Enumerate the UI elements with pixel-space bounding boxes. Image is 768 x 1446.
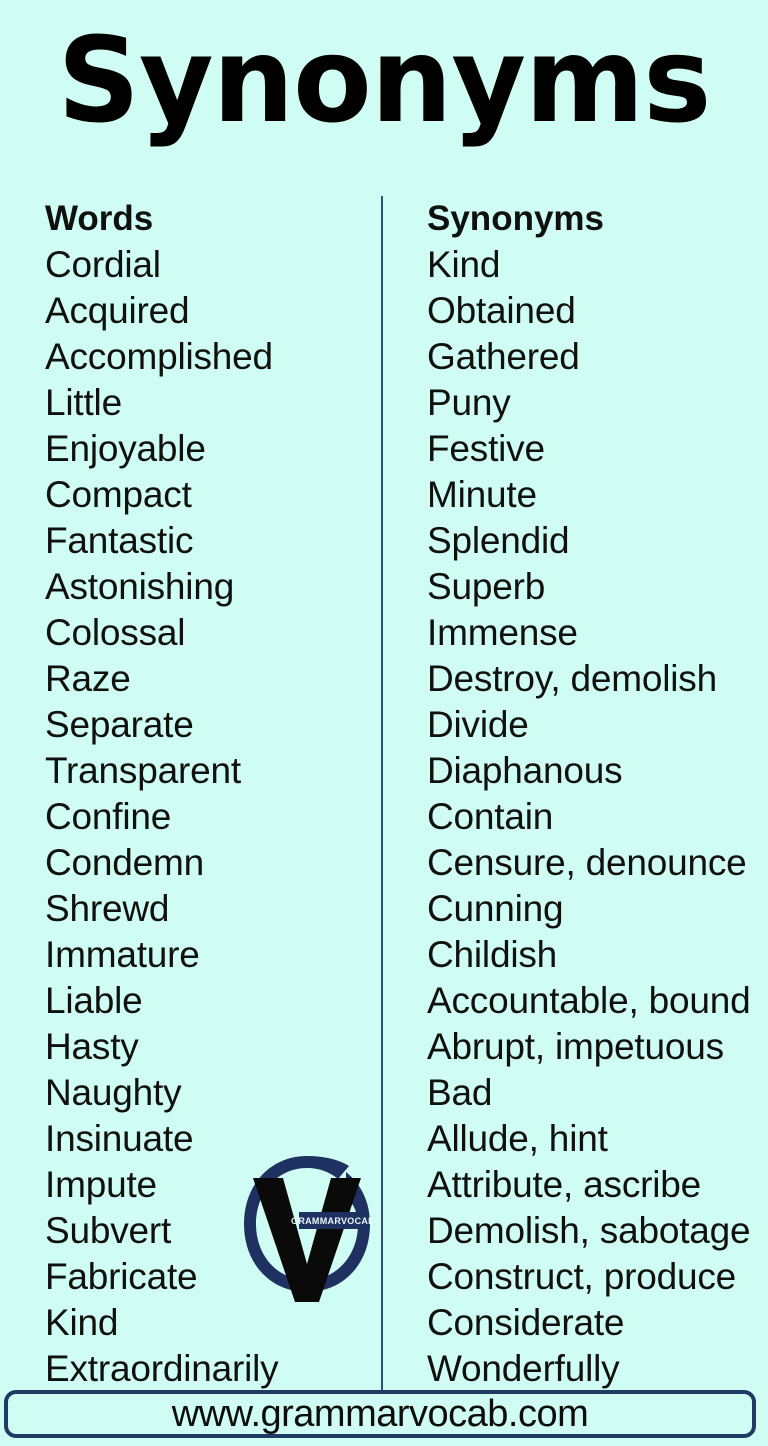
synonyms-column: Synonyms Kind Obtained Gathered Puny Fes… (427, 196, 768, 1392)
table-row: Considerate (427, 1302, 625, 1343)
table-row: Separate (45, 704, 194, 745)
table-row: Kind (45, 1302, 119, 1343)
table-row: Enjoyable (45, 428, 206, 469)
table-row: Condemn (45, 842, 205, 883)
table-row: Destroy, demolish (427, 658, 717, 699)
synonyms-poster: Synonyms Words Cordial Acquired Accompli… (0, 0, 768, 1446)
table-row: Raze (45, 658, 131, 699)
table-row: Immature (45, 934, 200, 975)
table-row: Obtained (427, 290, 576, 331)
table-row: Splendid (427, 520, 570, 561)
table-row: Bad (427, 1072, 493, 1113)
table-row: Accountable, bound (427, 980, 751, 1021)
logo-banner-text: GRAMMARVOCAB (291, 1216, 375, 1226)
table-row: Superb (427, 566, 546, 607)
table-row: Contain (427, 796, 554, 837)
table-row: Compact (45, 474, 192, 515)
table-row: Immense (427, 612, 578, 653)
table-row: Colossal (45, 612, 186, 653)
table-row: Extraordinarily (45, 1348, 279, 1389)
table-row: Minute (427, 474, 537, 515)
website-footer[interactable]: www.grammarvocab.com (4, 1390, 756, 1438)
table-row: Cordial (45, 244, 161, 285)
table-row: Festive (427, 428, 545, 469)
table-row: Accomplished (45, 336, 273, 377)
table-row: Cunning (427, 888, 564, 929)
table-row: Liable (45, 980, 143, 1021)
table-row: Acquired (45, 290, 190, 331)
table-row: Astonishing (45, 566, 235, 607)
table-row: Puny (427, 382, 511, 423)
table-row: Construct, produce (427, 1256, 737, 1297)
table-row: Shrewd (45, 888, 170, 929)
grammarvocab-logo-icon: GRAMMARVOCAB (237, 1152, 377, 1304)
synonyms-column-header: Synonyms (427, 199, 604, 238)
table-row: Wonderfully (427, 1348, 620, 1389)
table-row: Little (45, 382, 122, 423)
table-row: Transparent (45, 750, 241, 791)
table-row: Censure, denounce (427, 842, 747, 883)
table-row: Kind (427, 244, 501, 285)
table-row: Gathered (427, 336, 580, 377)
page-title: Synonyms (57, 11, 712, 149)
table-row: Childish (427, 934, 558, 975)
website-url: www.grammarvocab.com (171, 1393, 589, 1435)
table-row: Attribute, ascribe (427, 1164, 702, 1205)
table-row: Confine (45, 796, 172, 837)
table-row: Divide (427, 704, 529, 745)
table-row: Demolish, sabotage (427, 1210, 751, 1251)
words-column-header: Words (45, 199, 154, 238)
table-row: Naughty (45, 1072, 182, 1113)
table-row: Fantastic (45, 520, 194, 561)
table-row: Diaphanous (427, 750, 623, 791)
column-divider (381, 196, 383, 1390)
table-row: Hasty (45, 1026, 139, 1067)
synonyms-table: Words Cordial Acquired Accomplished Litt… (0, 196, 768, 1392)
table-row: Abrupt, impetuous (427, 1026, 724, 1067)
table-row: Allude, hint (427, 1118, 608, 1159)
